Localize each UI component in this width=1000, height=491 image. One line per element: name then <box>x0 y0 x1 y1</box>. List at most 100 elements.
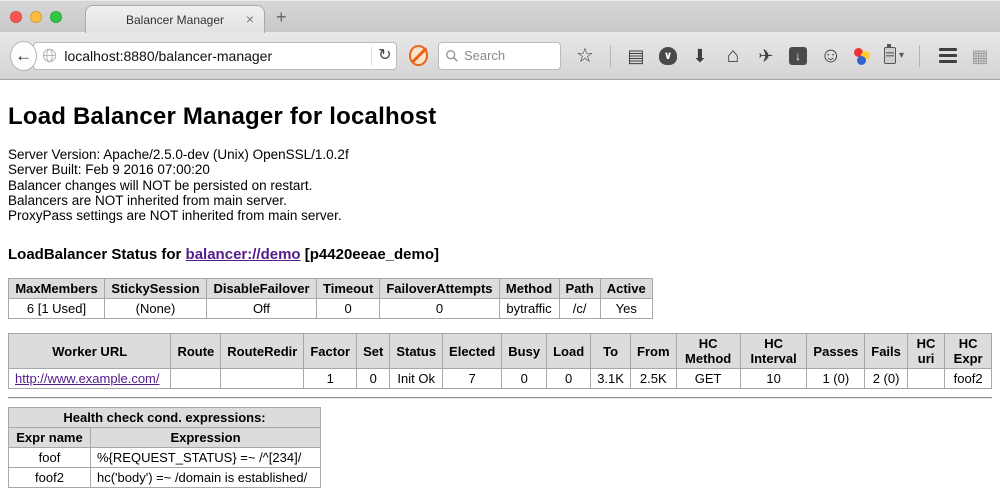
toolbar-divider <box>610 45 611 67</box>
reload-button[interactable]: ↻ <box>378 48 391 64</box>
column-header: HC Interval <box>740 334 807 369</box>
navigation-toolbar: ← ↻ ☆ ▤ ∨ ⬇ ⌂ ✈ ↓ ☺ <box>0 32 1000 80</box>
table-cell: 2.5K <box>631 369 677 389</box>
content-blocked-icon[interactable] <box>409 45 428 66</box>
table-row: foof %{REQUEST_STATUS} =~ /^[234]/ <box>9 448 321 468</box>
toolbar-divider <box>919 45 920 67</box>
inherit-notice-line: Balancers are NOT inherited from main se… <box>8 193 992 208</box>
balancer-settings-table: MaxMembers StickySession DisableFailover… <box>8 278 653 319</box>
table-cell <box>907 369 944 389</box>
battery-icon <box>884 47 896 64</box>
table-cell: Init Ok <box>390 369 443 389</box>
persist-notice-line: Balancer changes will NOT be persisted o… <box>8 178 992 193</box>
dropdown-caret-icon: ▾ <box>899 50 904 61</box>
minimize-window-button[interactable] <box>30 11 42 23</box>
search-input[interactable] <box>464 48 554 63</box>
menu-icon[interactable] <box>939 48 957 63</box>
bookmark-star-icon[interactable]: ☆ <box>575 46 595 66</box>
page-title: Load Balancer Manager for localhost <box>8 80 992 131</box>
column-header: HC uri <box>907 334 944 369</box>
balancer-demo-link[interactable]: balancer://demo <box>186 246 301 263</box>
send-icon[interactable]: ✈ <box>756 46 776 66</box>
home-icon[interactable]: ⌂ <box>723 46 743 66</box>
tab-balancer-manager[interactable]: Balancer Manager × <box>85 5 265 33</box>
table-row: foof2 hc('body') =~ /domain is establish… <box>9 468 321 488</box>
table-header-row: Expr name Expression <box>9 428 321 448</box>
table-cell <box>221 369 304 389</box>
table-cell: (None) <box>105 299 207 319</box>
url-bar[interactable]: ↻ <box>33 42 396 70</box>
column-header: Fails <box>865 334 908 369</box>
window-controls <box>10 11 62 23</box>
battery-extension-button[interactable]: ▾ <box>884 47 904 64</box>
table-cell: 1 (0) <box>807 369 865 389</box>
column-header: Load <box>547 334 591 369</box>
column-header: RouteRedir <box>221 334 304 369</box>
table-cell: hc('body') =~ /domain is established/ <box>91 468 321 488</box>
server-version-line: Server Version: Apache/2.5.0-dev (Unix) … <box>8 147 992 162</box>
table-cell: Yes <box>600 299 652 319</box>
column-header: Expr name <box>9 428 91 448</box>
column-header: Set <box>357 334 390 369</box>
zoom-window-button[interactable] <box>50 11 62 23</box>
column-header: Factor <box>304 334 357 369</box>
addon-inbox-icon[interactable]: ↓ <box>789 47 807 65</box>
table-cell: Off <box>207 299 317 319</box>
table-cell: 0 <box>380 299 499 319</box>
column-header: Route <box>171 334 221 369</box>
close-window-button[interactable] <box>10 11 22 23</box>
table-cell: 1 <box>304 369 357 389</box>
column-header: Timeout <box>317 279 380 299</box>
health-table-caption: Health check cond. expressions: <box>9 408 321 428</box>
column-header: From <box>631 334 677 369</box>
column-header: Passes <box>807 334 865 369</box>
search-icon <box>445 49 459 63</box>
table-header-row: MaxMembers StickySession DisableFailover… <box>9 279 653 299</box>
pocket-icon[interactable]: ∨ <box>659 47 677 65</box>
tab-close-icon[interactable]: × <box>246 11 254 27</box>
table-cell: 6 [1 Used] <box>9 299 105 319</box>
worker-url-link[interactable]: http://www.example.com/ <box>15 371 160 386</box>
column-header: Method <box>499 279 559 299</box>
column-header: Active <box>600 279 652 299</box>
table-cell: foof2 <box>9 468 91 488</box>
column-header: DisableFailover <box>207 279 317 299</box>
toolbar-buttons: ☆ ▤ ∨ ⬇ ⌂ ✈ ↓ ☺ ▾ ▦ <box>575 45 990 67</box>
status-heading-prefix: LoadBalancer Status for <box>8 246 181 263</box>
table-cell: foof2 <box>945 369 992 389</box>
column-header: Elected <box>443 334 502 369</box>
table-cell: http://www.example.com/ <box>9 369 171 389</box>
browser-window: Balancer Manager × + ← ↻ ☆ ▤ ∨ ⬇ <box>0 0 1000 491</box>
tab-groups-icon[interactable]: ▦ <box>970 46 990 66</box>
color-dots-extension-icon[interactable] <box>853 46 871 66</box>
feedback-smiley-icon[interactable]: ☺ <box>820 46 840 66</box>
table-cell: 0 <box>317 299 380 319</box>
proxypass-notice-line: ProxyPass settings are NOT inherited fro… <box>8 208 992 223</box>
column-header: Status <box>390 334 443 369</box>
globe-icon <box>42 48 57 63</box>
column-header: MaxMembers <box>9 279 105 299</box>
table-cell: 10 <box>740 369 807 389</box>
health-check-table: Health check cond. expressions: Expr nam… <box>8 407 321 488</box>
table-cell: 0 <box>502 369 547 389</box>
column-header: Worker URL <box>9 334 171 369</box>
new-tab-button[interactable]: + <box>276 7 287 28</box>
status-heading-suffix: [p4420eeae_demo] <box>305 246 439 263</box>
back-button[interactable]: ← <box>10 41 37 71</box>
tab-strip: Balancer Manager × + <box>0 0 1000 32</box>
table-row: 6 [1 Used] (None) Off 0 0 bytraffic /c/ … <box>9 299 653 319</box>
downloads-icon[interactable]: ⬇ <box>690 46 710 66</box>
search-bar[interactable] <box>438 42 561 70</box>
column-header: Expression <box>91 428 321 448</box>
column-header: HC Expr <box>945 334 992 369</box>
url-input[interactable] <box>64 48 365 64</box>
table-cell: %{REQUEST_STATUS} =~ /^[234]/ <box>91 448 321 468</box>
table-cell: 0 <box>357 369 390 389</box>
table-cell: 7 <box>443 369 502 389</box>
horizontal-rule <box>8 397 992 399</box>
server-built-line: Server Built: Feb 9 2016 07:00:20 <box>8 162 992 177</box>
table-cell: /c/ <box>559 299 600 319</box>
clipboard-icon[interactable]: ▤ <box>626 46 646 66</box>
table-cell <box>171 369 221 389</box>
table-cell: foof <box>9 448 91 468</box>
